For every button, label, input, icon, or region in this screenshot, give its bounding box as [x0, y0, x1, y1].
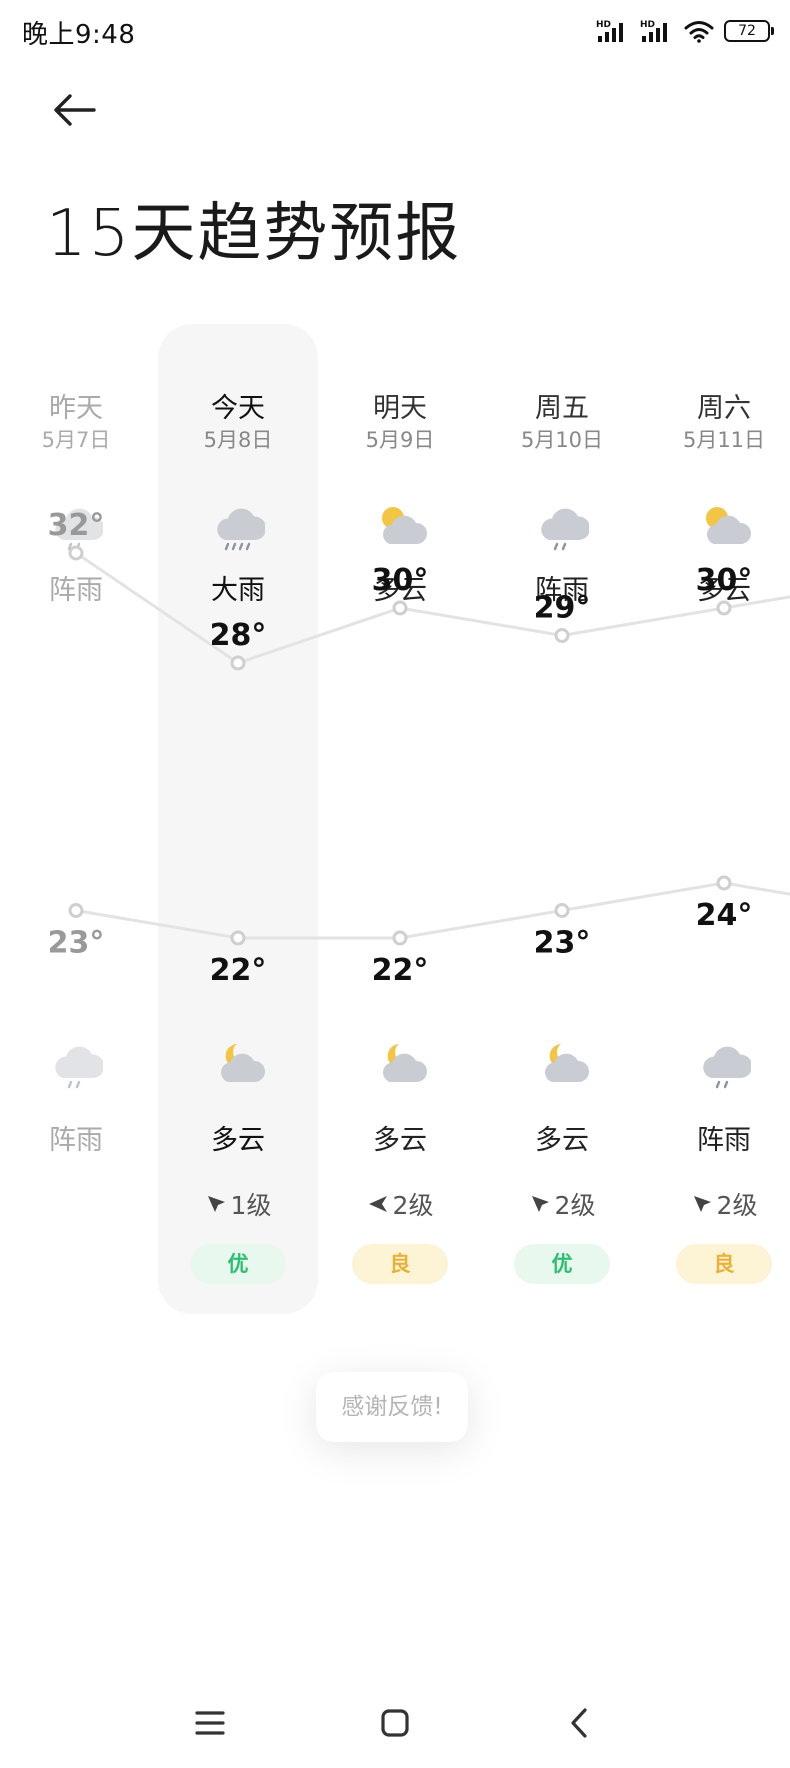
night-weather-text: 阵雨 [49, 1125, 103, 1156]
wind-direction-icon [368, 1196, 387, 1212]
wind-level: 1级 [230, 1191, 272, 1220]
rain-shower-icon [535, 498, 591, 552]
day-column[interactable]: 明天 5月9日 多云 多云 2级良 [320, 0, 480, 1768]
day-date: 5月8日 [203, 428, 273, 452]
day-column[interactable]: 周五 5月10日阵雨多云 2级优 [482, 0, 642, 1768]
chevron-left-icon [571, 1708, 587, 1738]
wind-info: 2级 [644, 1186, 790, 1222]
night-weather-text: 多云 [373, 1125, 427, 1156]
day-column[interactable]: 周六 5月11日多云阵雨 2级良 [644, 0, 790, 1768]
night-weather-text: 阵雨 [697, 1125, 751, 1156]
wind-direction-icon [693, 1196, 711, 1212]
day-date: 5月9日 [365, 428, 435, 452]
wind-level: 2级 [392, 1191, 434, 1220]
wind-info: 2级 [320, 1186, 480, 1222]
wind-level: 2级 [554, 1191, 596, 1220]
menu-icon [195, 1711, 225, 1735]
day-date: 5月10日 [520, 428, 604, 452]
home-button[interactable] [370, 1698, 420, 1748]
day-name: 周六 [697, 393, 751, 424]
wind-level: 2级 [716, 1191, 758, 1220]
day-name: 周五 [535, 393, 589, 424]
home-square-icon [381, 1709, 409, 1737]
partly-cloudy-night-icon [211, 1036, 266, 1090]
rain-shower-icon [49, 1036, 105, 1090]
nav-back-button[interactable] [555, 1698, 605, 1748]
day-weather-text: 大雨 [211, 575, 265, 606]
rain-shower-icon [49, 498, 105, 552]
day-date: 5月7日 [41, 428, 111, 452]
day-weather-text: 阵雨 [535, 575, 589, 606]
aqi-badge: 优 [190, 1244, 286, 1284]
day-name: 昨天 [49, 393, 103, 424]
partly-cloudy-day-icon [697, 498, 752, 552]
aqi-badge: 优 [514, 1244, 610, 1284]
aqi-badge: 良 [676, 1244, 772, 1284]
wind-direction-icon [207, 1196, 225, 1212]
wind-direction-icon [531, 1196, 549, 1212]
day-column[interactable]: 今天 5月8日大雨多云 1级优 [158, 0, 318, 1768]
day-name: 今天 [211, 393, 265, 424]
aqi-badge: 良 [352, 1244, 448, 1284]
day-date: 5月11日 [682, 428, 766, 452]
night-weather-text: 多云 [211, 1125, 265, 1156]
wind-info: 2级 [482, 1186, 642, 1222]
day-weather-text: 多云 [697, 575, 751, 606]
wind-info: 1级 [158, 1186, 318, 1222]
night-weather-text: 多云 [535, 1125, 589, 1156]
system-nav-bar [0, 1680, 790, 1768]
partly-cloudy-night-icon [373, 1036, 428, 1090]
rain-shower-icon [697, 1036, 753, 1090]
day-weather-text: 阵雨 [49, 575, 103, 606]
day-column[interactable]: 昨天 5月7日 阵雨 阵雨 [0, 0, 156, 1768]
day-weather-text: 多云 [373, 575, 427, 606]
partly-cloudy-night-icon [535, 1036, 590, 1090]
menu-button[interactable] [185, 1698, 235, 1748]
feedback-toast: 感谢反馈! [316, 1372, 468, 1442]
forecast-days: 昨天 5月7日 阵雨 阵雨 今天 5月8日 大雨 多云 1级优明天 5月9日 多云 多云 2级良周五 5月… [0, 0, 790, 1768]
day-name: 明天 [373, 393, 427, 424]
heavy-rain-icon [211, 498, 267, 552]
partly-cloudy-day-icon [373, 498, 428, 552]
